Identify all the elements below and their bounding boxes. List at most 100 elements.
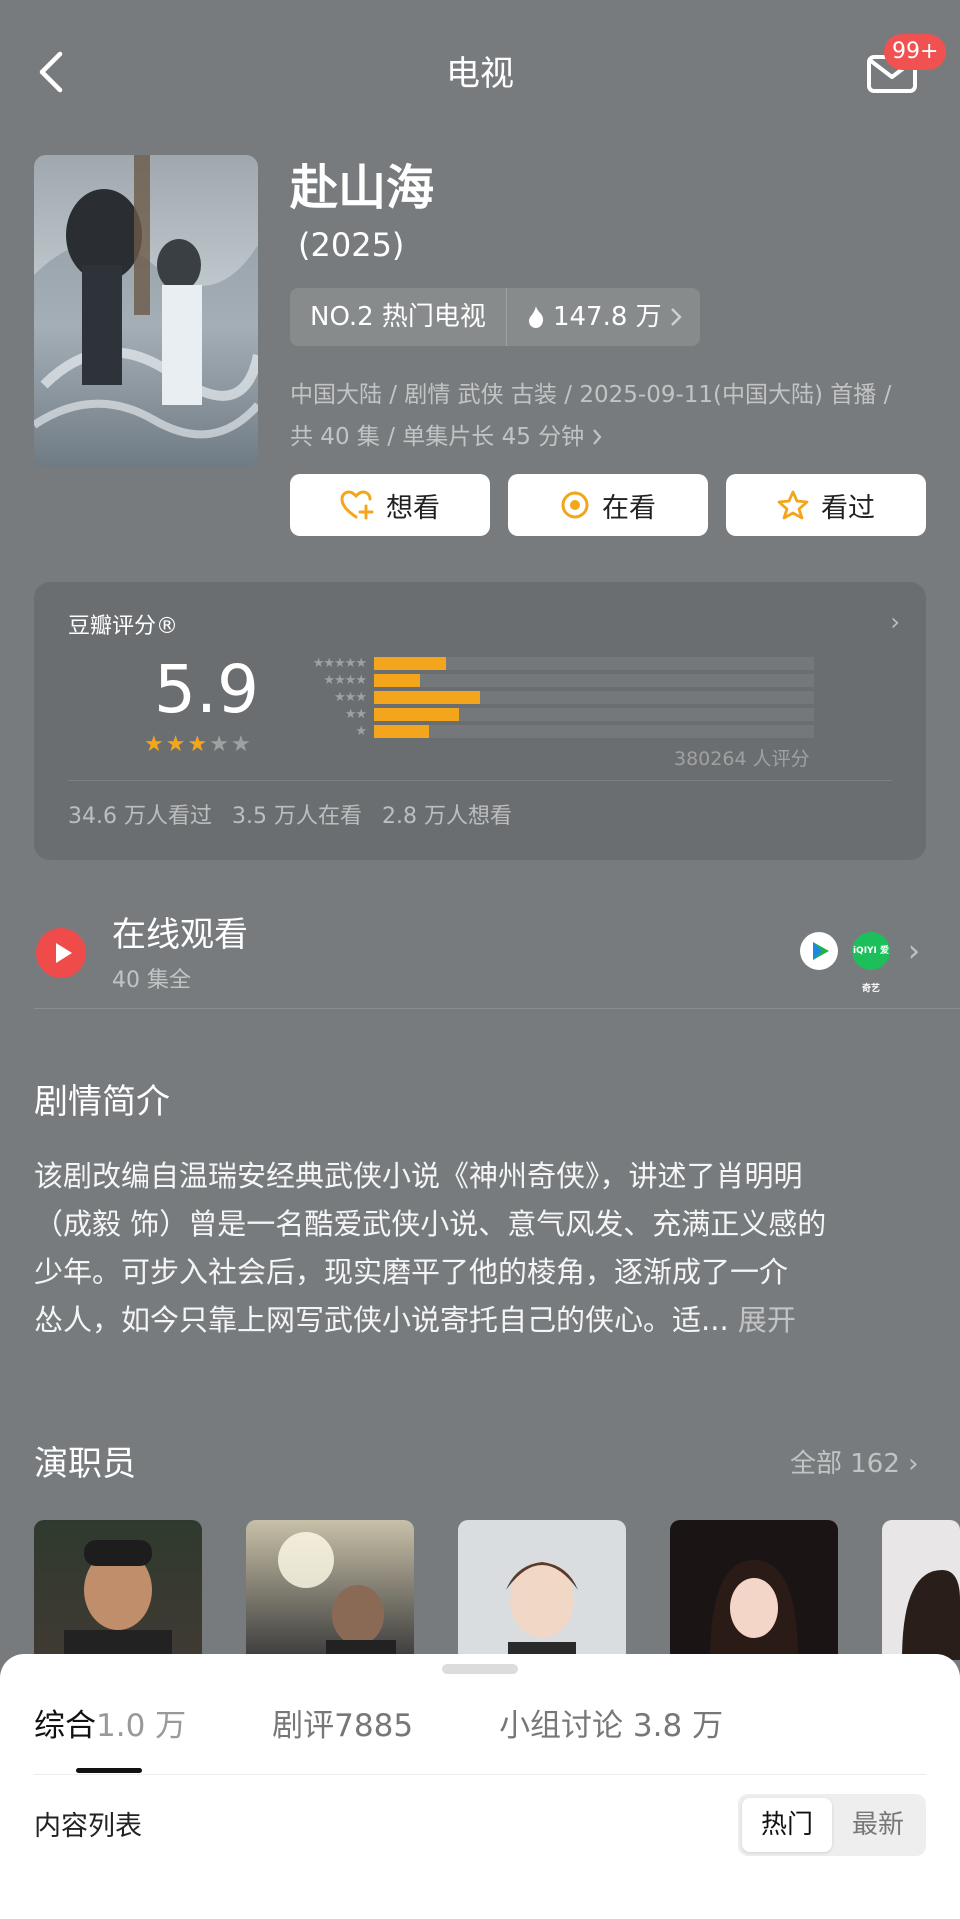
cast-photo[interactable]	[246, 1520, 414, 1660]
rating-stars: ★ ★ ★ ★ ★	[144, 732, 251, 757]
histogram-star-label: ★	[355, 724, 367, 739]
tab-label: 剧评	[272, 1708, 335, 1744]
histogram-star-label: ★★★	[334, 690, 367, 705]
tab-reviews[interactable]: 剧评7885	[272, 1702, 413, 1750]
watch-stats: 34.6 万人看过 3.5 万人在看 2.8 万人想看	[68, 798, 512, 830]
tab-count: 3.8 万	[632, 1708, 724, 1744]
watching-button[interactable]: 在看	[508, 474, 708, 536]
iqiyi-icon[interactable]: iQIYI 爱奇艺	[852, 932, 890, 994]
rank-pill[interactable]: NO.2 热门电视 147.8 万	[290, 288, 700, 346]
rating-label: 豆瓣评分®	[68, 614, 179, 639]
play-icon	[56, 943, 72, 963]
synopsis-text[interactable]: 该剧改编自温瑞安经典武侠小说《神州奇侠》，讲述了肖明明 （成毅 饰）曾是一名酷爱…	[34, 1152, 924, 1344]
star-empty-icon: ★	[209, 732, 229, 757]
synopsis-line: 怂人，如今只靠上网写武侠小说寄托自己的侠心。适...	[34, 1303, 729, 1337]
show-year: (2025)	[298, 226, 405, 264]
divider	[34, 1008, 960, 1009]
show-title: 赴山海	[290, 160, 435, 216]
synopsis-last-line: 怂人，如今只靠上网写武侠小说寄托自己的侠心。适... 展开	[34, 1296, 924, 1344]
star-filled-icon: ★	[144, 732, 164, 757]
star-empty-icon: ★	[230, 732, 251, 757]
heart-plus-icon	[340, 490, 374, 520]
drag-handle[interactable]	[442, 1664, 518, 1674]
tab-label: 综合	[34, 1708, 96, 1744]
want-count: 2.8 万人想看	[381, 804, 512, 829]
synopsis-line: 该剧改编自温瑞安经典武侠小说《神州奇侠》，讲述了肖明明	[34, 1159, 803, 1193]
notification-badge: 99+	[884, 34, 947, 70]
histogram-row: ★★★★★	[274, 656, 814, 671]
histogram-star-label: ★★	[344, 707, 367, 722]
divider	[68, 780, 892, 781]
tab-group-discussion[interactable]: 小组讨论 3.8 万	[499, 1702, 723, 1750]
watching-count: 3.5 万人在看	[231, 804, 362, 829]
sort-hot-button[interactable]: 热门	[742, 1798, 832, 1852]
chevron-right-icon: ›	[890, 608, 900, 636]
histogram-row: ★★	[274, 707, 814, 722]
star-outline-icon	[777, 490, 809, 520]
cast-all-link[interactable]: 全部 162 ›	[790, 1444, 919, 1484]
star-filled-icon: ★	[165, 732, 186, 757]
heat-value-group: 147.8 万	[507, 288, 700, 346]
content-list-title: 内容列表	[34, 1811, 142, 1842]
histogram-star-label: ★★★★	[323, 673, 367, 688]
histogram-bar	[374, 708, 459, 721]
rank-label: NO.2 热门电视	[290, 288, 507, 346]
histogram-track	[374, 657, 814, 670]
histogram-bar	[374, 674, 420, 687]
watched-label: 看过	[821, 492, 875, 524]
target-icon	[561, 491, 589, 519]
histogram-row: ★★★	[274, 690, 814, 705]
tab-overview[interactable]: 综合1.0 万	[34, 1702, 186, 1750]
histogram-bar	[374, 691, 480, 704]
cast-photo[interactable]	[458, 1520, 626, 1660]
histogram-row: ★★★★	[274, 673, 814, 688]
star-filled-icon: ★	[187, 732, 208, 757]
histogram-bar	[374, 657, 446, 670]
watching-label: 在看	[602, 492, 656, 524]
rating-card[interactable]: 豆瓣评分® › 5.9 ★ ★ ★ ★ ★ ★★★★★ ★★★★ ★★★ ★★ ★ 380264…	[34, 582, 926, 860]
histogram-track	[374, 691, 814, 704]
poster-image[interactable]	[34, 155, 258, 467]
cast-title: 演职员	[34, 1444, 136, 1484]
want-button[interactable]: 想看	[290, 474, 490, 536]
play-button[interactable]	[36, 928, 86, 978]
histogram-track	[374, 725, 814, 738]
meta-line-2: 共 40 集 / 单集片长 45 分钟	[290, 424, 585, 450]
action-buttons: 想看 在看 看过	[290, 474, 926, 536]
chevron-right-icon[interactable]: ›	[908, 934, 920, 969]
tab-count: 1.0 万	[96, 1708, 187, 1744]
flame-icon	[528, 306, 544, 328]
want-label: 想看	[386, 492, 440, 524]
expand-link[interactable]: 展开	[738, 1303, 796, 1337]
cast-photo[interactable]	[882, 1520, 960, 1660]
histogram-row: ★	[274, 724, 814, 739]
show-meta[interactable]: 中国大陆 / 剧情 武侠 古装 / 2025-09-11(中国大陆) 首播 / …	[290, 374, 930, 458]
cast-all-label: 全部 162	[790, 1449, 900, 1479]
histogram-track	[374, 674, 814, 687]
watched-button[interactable]: 看过	[726, 474, 926, 536]
synopsis-title: 剧情简介	[34, 1082, 170, 1122]
cast-photo[interactable]	[670, 1520, 838, 1660]
online-title[interactable]: 在线观看	[112, 912, 248, 958]
tab-label: 小组讨论	[499, 1708, 624, 1744]
tencent-video-icon[interactable]	[800, 932, 838, 970]
iqiyi-label: iQIYI 爱奇艺	[852, 946, 890, 994]
histogram-track	[374, 708, 814, 721]
active-tab-indicator	[76, 1768, 142, 1773]
vote-count: 380264 人评分	[674, 748, 810, 770]
online-episodes: 40 集全	[112, 968, 191, 993]
bottom-sheet: 综合1.0 万 剧评7885 小组讨论 3.8 万 内容列表 热门 最新	[0, 1654, 960, 1919]
histogram-bar	[374, 725, 429, 738]
sheet-tabs: 综合1.0 万 剧评7885 小组讨论 3.8 万	[34, 1702, 809, 1750]
sort-new-button[interactable]: 最新	[834, 1798, 922, 1852]
chevron-right-icon	[593, 429, 602, 445]
divider	[34, 1774, 926, 1775]
cast-photo[interactable]	[34, 1520, 202, 1660]
synopsis-line: （成毅 饰）曾是一名酷爱武侠小说、意气风发、充满正义感的	[34, 1207, 827, 1241]
synopsis-line: 少年。可步入社会后，现实磨平了他的棱角，逐渐成了一介	[34, 1255, 789, 1289]
histogram-star-label: ★★★★★	[312, 656, 367, 671]
meta-line-2-group: 共 40 集 / 单集片长 45 分钟	[290, 416, 930, 458]
rating-score: 5.9	[154, 651, 259, 728]
meta-line-1: 中国大陆 / 剧情 武侠 古装 / 2025-09-11(中国大陆) 首播 /	[290, 382, 892, 408]
heat-value: 147.8 万	[552, 302, 662, 332]
